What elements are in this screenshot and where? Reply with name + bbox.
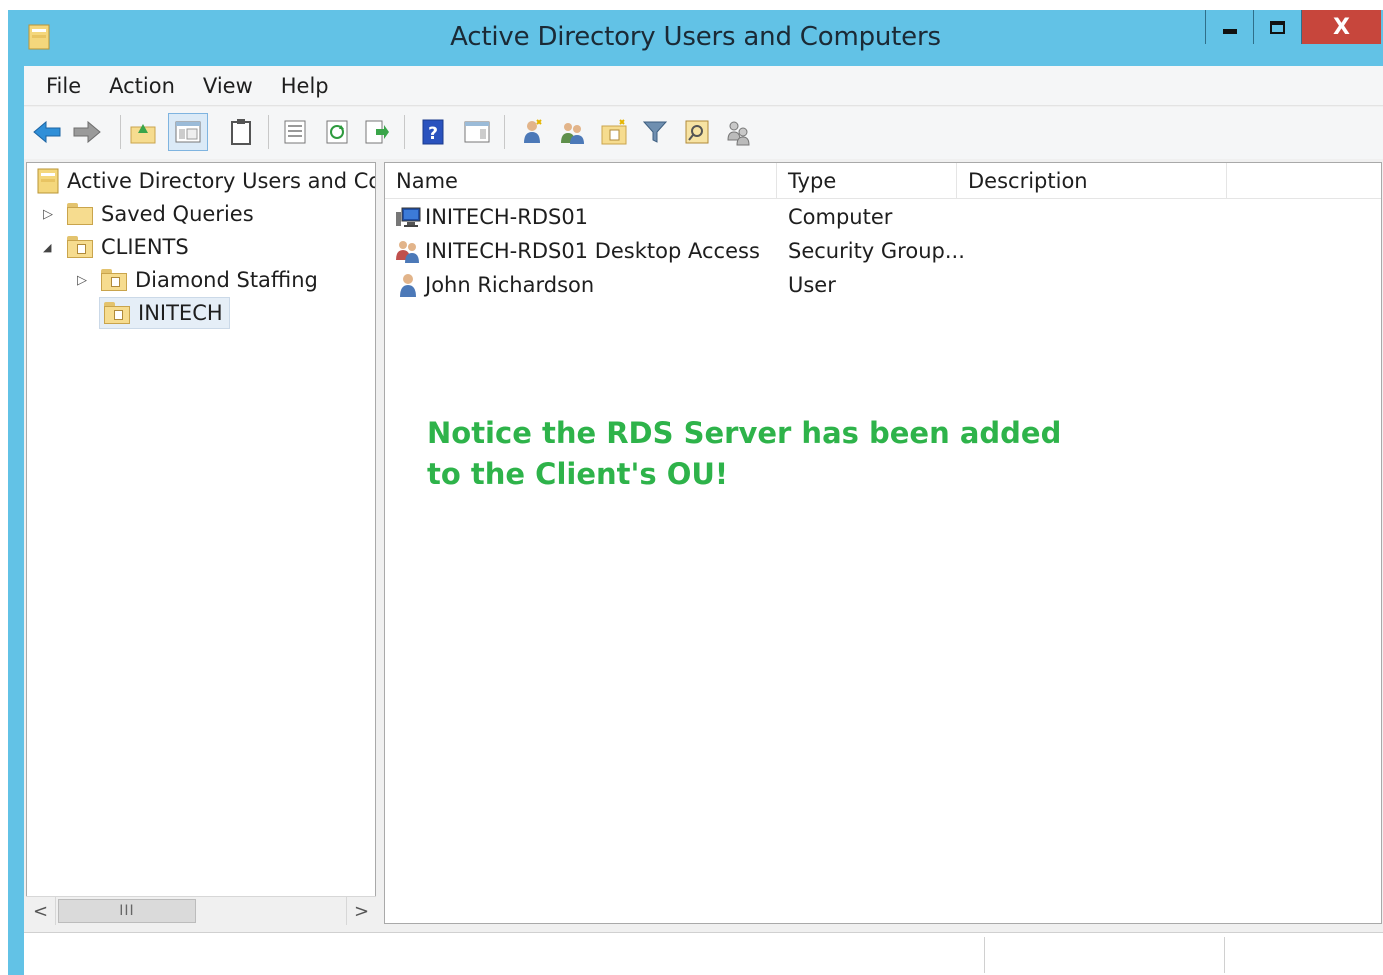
- collapse-icon[interactable]: ◢: [43, 241, 59, 254]
- menu-view[interactable]: View: [189, 74, 267, 98]
- ou-folder-icon: [104, 302, 130, 324]
- svg-text:?: ?: [428, 124, 438, 144]
- add-to-group-icon[interactable]: [724, 117, 754, 147]
- menu-file[interactable]: File: [32, 74, 95, 98]
- title-bar[interactable]: Active Directory Users and Computers X: [8, 10, 1383, 66]
- tree-root-label: Active Directory Users and Com: [67, 169, 376, 193]
- column-header-description[interactable]: Description: [957, 163, 1227, 199]
- maximize-icon: [1270, 20, 1285, 34]
- filter-icon[interactable]: [640, 117, 670, 147]
- create-ou-icon[interactable]: [600, 117, 630, 147]
- back-icon[interactable]: [32, 117, 62, 147]
- menu-action[interactable]: Action: [95, 74, 189, 98]
- list-row-user[interactable]: John Richardson User: [385, 268, 1381, 302]
- annotation-line-2: to the Client's OU!: [427, 457, 729, 491]
- clipboard-icon[interactable]: [226, 117, 256, 147]
- group-icon: [396, 241, 419, 263]
- tree-item-initech[interactable]: INITECH: [99, 297, 230, 329]
- expand-icon[interactable]: ▷: [43, 207, 59, 222]
- list-row-group[interactable]: INITECH-RDS01 Desktop Access Security Gr…: [385, 234, 1381, 268]
- maximize-button[interactable]: [1253, 10, 1301, 44]
- tree-item-label: INITECH: [138, 301, 223, 325]
- computer-icon: [396, 207, 421, 227]
- scroll-right-icon[interactable]: >: [346, 897, 376, 925]
- app-window: Active Directory Users and Computers X F…: [8, 10, 1383, 975]
- menu-help[interactable]: Help: [267, 74, 343, 98]
- close-icon: X: [1333, 14, 1350, 40]
- annotation-line-1: Notice the RDS Server has been added: [427, 416, 1062, 450]
- properties-icon[interactable]: [280, 117, 310, 147]
- expand-icon[interactable]: ▷: [77, 273, 93, 288]
- list-row-type: Computer: [788, 205, 893, 229]
- up-folder-icon[interactable]: [128, 117, 158, 147]
- action-pane-icon[interactable]: [462, 117, 492, 147]
- tree-item-saved-queries[interactable]: ▷ Saved Queries: [43, 198, 254, 230]
- column-header-type[interactable]: Type: [777, 163, 957, 199]
- client-area: File Action View Help ? Active Directory…: [24, 66, 1383, 975]
- create-user-icon[interactable]: [518, 117, 548, 147]
- show-hide-console-tree-icon[interactable]: [168, 113, 208, 151]
- tree-root[interactable]: Active Directory Users and Com: [37, 165, 376, 197]
- help-icon[interactable]: ?: [418, 117, 448, 147]
- list-row-name: INITECH-RDS01: [425, 205, 589, 229]
- status-bar: [24, 932, 1383, 975]
- list-row-name: INITECH-RDS01 Desktop Access: [425, 239, 760, 263]
- tree-item-label: Saved Queries: [101, 202, 254, 226]
- refresh-icon[interactable]: [322, 117, 352, 147]
- results-list: Name Type Description INITECH-RDS01 Comp…: [384, 162, 1382, 924]
- scroll-thumb[interactable]: III: [58, 899, 196, 923]
- list-row-name: John Richardson: [425, 273, 595, 297]
- minimize-button[interactable]: [1205, 10, 1253, 44]
- column-headers: Name Type Description: [385, 163, 1381, 199]
- column-header-name[interactable]: Name: [385, 163, 777, 199]
- create-group-icon[interactable]: [558, 117, 588, 147]
- user-icon: [400, 274, 416, 297]
- list-row-computer[interactable]: INITECH-RDS01 Computer: [385, 200, 1381, 234]
- list-row-type: Security Group...: [788, 239, 965, 263]
- export-list-icon[interactable]: [362, 117, 392, 147]
- toolbar: ?: [24, 107, 1383, 159]
- menu-bar: File Action View Help: [24, 66, 1383, 106]
- aduc-icon: [37, 168, 59, 194]
- horizontal-scrollbar[interactable]: < III >: [26, 896, 376, 925]
- status-segment: [984, 937, 985, 973]
- scroll-left-icon[interactable]: <: [26, 897, 56, 925]
- forward-icon[interactable]: [72, 117, 102, 147]
- folder-icon: [67, 203, 93, 225]
- list-row-type: User: [788, 273, 836, 297]
- close-button[interactable]: X: [1301, 10, 1381, 44]
- tree-item-clients[interactable]: ◢ CLIENTS: [43, 231, 189, 263]
- tree-item-label: CLIENTS: [101, 235, 189, 259]
- find-icon[interactable]: [682, 117, 712, 147]
- tree-item-label: Diamond Staffing: [135, 268, 318, 292]
- tree-item-diamond-staffing[interactable]: ▷ Diamond Staffing: [77, 264, 318, 296]
- ou-folder-icon: [67, 236, 93, 258]
- ou-folder-icon: [101, 269, 127, 291]
- console-tree: Active Directory Users and Com ▷ Saved Q…: [26, 162, 376, 924]
- window-title: Active Directory Users and Computers: [450, 22, 941, 52]
- minimize-icon: [1222, 28, 1237, 34]
- status-segment: [1224, 937, 1225, 973]
